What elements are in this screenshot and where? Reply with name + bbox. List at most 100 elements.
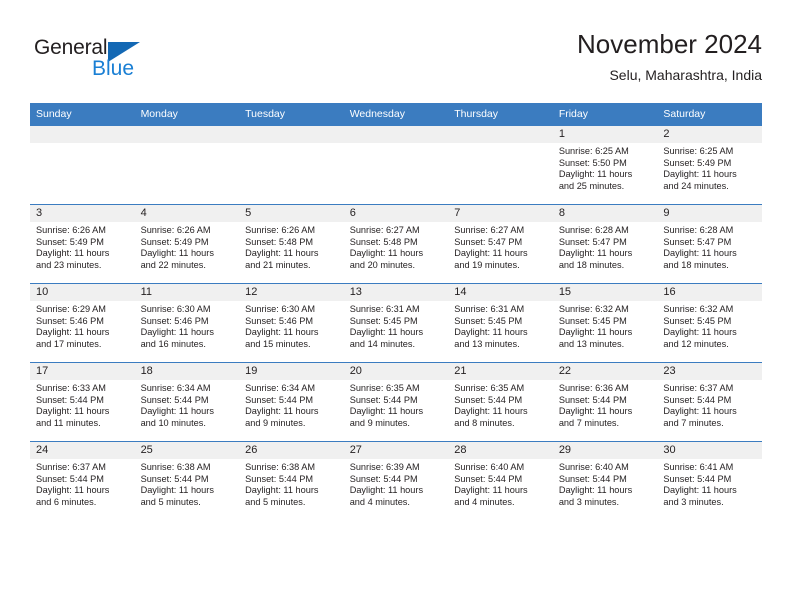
calendar-day-cell[interactable]: 26 Sunrise: 6:38 AM Sunset: 5:44 PM Dayligh… [239,441,344,520]
daylight-text-line2: and 17 minutes. [36,338,102,349]
calendar-day-cell[interactable]: 19 Sunrise: 6:34 AM Sunset: 5:44 PM Dayligh… [239,362,344,442]
weekday-header-row: Sunday Monday Tuesday Wednesday Thursday… [30,103,762,126]
day-sun-info: Sunrise: 6:32 AM Sunset: 5:45 PM Daylight:… [553,301,658,350]
daylight-text-line1: Daylight: 11 hours [140,327,214,338]
sunset-text: Sunset: 5:47 PM [663,236,732,247]
weekday-header-sunday: Sunday [30,103,135,126]
day-sun-info: Sunrise: 6:30 AM Sunset: 5:46 PM Daylight:… [239,301,344,350]
daylight-text-line1: Daylight: 11 hours [349,406,424,417]
page-subtitle: Selu, Maharashtra, India [609,67,762,83]
calendar-day-cell[interactable]: 18 Sunrise: 6:34 AM Sunset: 5:44 PM Dayligh… [134,362,240,442]
sunrise-text: Sunrise: 6:34 AM [140,383,211,393]
calendar-day-cell[interactable]: 2 Sunrise: 6:25 AM Sunset: 5:49 PM Daylight… [657,125,762,205]
calendar-day-cell[interactable]: 20 Sunrise: 6:35 AM Sunset: 5:44 PM Dayligh… [343,362,449,442]
calendar-day-cell[interactable]: 4 Sunrise: 6:26 AM Sunset: 5:49 PM Daylight… [134,204,240,284]
calendar-day-cell[interactable]: 7 Sunrise: 6:27 AM Sunset: 5:47 PM Daylight… [448,204,553,284]
day-sun-info: Sunrise: 6:37 AM Sunset: 5:44 PM Daylight:… [657,380,762,429]
sunset-text: Sunset: 5:44 PM [245,394,314,405]
sunset-text: Sunset: 5:45 PM [663,315,732,326]
calendar-day-cell[interactable]: 29 Sunrise: 6:40 AM Sunset: 5:44 PM Dayligh… [552,441,658,520]
daylight-text-line2: and 13 minutes. [558,338,625,349]
calendar-week-row: 17 Sunrise: 6:33 AM Sunset: 5:44 PM Dayligh… [30,362,762,442]
calendar-day-cell[interactable]: 3 Sunrise: 6:26 AM Sunset: 5:49 PM Daylight… [30,204,135,284]
calendar-day-cell[interactable]: 17 Sunrise: 6:33 AM Sunset: 5:44 PM Dayligh… [30,362,135,442]
calendar-day-cell[interactable]: 22 Sunrise: 6:36 AM Sunset: 5:44 PM Dayligh… [552,362,658,442]
day-sun-info: Sunrise: 6:34 AM Sunset: 5:44 PM Daylight:… [239,380,344,429]
daylight-text-line2: and 20 minutes. [349,259,416,270]
day-sun-info: Sunrise: 6:31 AM Sunset: 5:45 PM Daylight:… [448,301,553,350]
day-number: 22 [552,363,658,380]
day-sun-info: Sunrise: 6:26 AM Sunset: 5:48 PM Daylight:… [239,222,344,271]
calendar-day-cell[interactable]: 10 Sunrise: 6:29 AM Sunset: 5:46 PM Dayligh… [30,283,135,363]
day-number: 19 [239,363,344,380]
daylight-text-line1: Daylight: 11 hours [349,485,424,496]
calendar-day-cell[interactable]: 13 Sunrise: 6:31 AM Sunset: 5:45 PM Dayligh… [343,283,449,363]
calendar-day-cell[interactable]: 12 Sunrise: 6:30 AM Sunset: 5:46 PM Dayligh… [239,283,344,363]
day-number: 10 [30,284,135,301]
daylight-text-line2: and 23 minutes. [36,259,102,270]
day-number: 2 [657,126,762,143]
day-sun-info: Sunrise: 6:25 AM Sunset: 5:50 PM Daylight:… [553,143,658,192]
day-number: 24 [30,442,135,459]
sunset-text: Sunset: 5:44 PM [36,394,104,405]
calendar-page: General Blue November 2024 Selu, Maharas… [0,0,792,612]
day-cell-inner: 17 Sunrise: 6:33 AM Sunset: 5:44 PM Dayligh… [30,363,135,441]
calendar-day-cell[interactable]: 8 Sunrise: 6:28 AM Sunset: 5:47 PM Daylight… [552,204,658,284]
calendar-day-cell[interactable]: 6 Sunrise: 6:27 AM Sunset: 5:48 PM Daylight… [343,204,449,284]
calendar-grid: Sunday Monday Tuesday Wednesday Thursday… [30,103,762,520]
calendar-day-cell[interactable]: 16 Sunrise: 6:32 AM Sunset: 5:45 PM Dayligh… [657,283,762,363]
day-number: 17 [30,363,135,380]
day-number: 8 [552,205,658,222]
sunrise-text: Sunrise: 6:32 AM [558,304,629,314]
calendar-day-cell[interactable]: 5 Sunrise: 6:26 AM Sunset: 5:48 PM Daylight… [239,204,344,284]
daylight-text-line2: and 16 minutes. [140,338,206,349]
day-cell-inner: 27 Sunrise: 6:39 AM Sunset: 5:44 PM Dayligh… [343,442,449,520]
daylight-text-line1: Daylight: 11 hours [558,169,633,180]
daylight-text-line1: Daylight: 11 hours [454,406,528,417]
day-cell-inner: 2 Sunrise: 6:25 AM Sunset: 5:49 PM Daylight… [657,126,762,204]
day-number: 12 [239,284,344,301]
sunset-text: Sunset: 5:44 PM [663,394,732,405]
day-sun-info: Sunrise: 6:35 AM Sunset: 5:44 PM Daylight:… [448,380,553,429]
day-number: 26 [239,442,344,459]
daylight-text-line2: and 4 minutes. [349,496,410,507]
calendar-empty-cell [30,125,135,205]
daylight-text-line1: Daylight: 11 hours [36,406,110,417]
calendar-day-cell[interactable]: 14 Sunrise: 6:31 AM Sunset: 5:45 PM Dayligh… [448,283,553,363]
daylight-text-line1: Daylight: 11 hours [454,485,528,496]
title-block: November 2024 Selu, Maharashtra, India [577,28,762,85]
sunset-text: Sunset: 5:49 PM [36,236,104,247]
day-cell-inner: 11 Sunrise: 6:30 AM Sunset: 5:46 PM Dayligh… [134,284,240,362]
calendar-day-cell[interactable]: 9 Sunrise: 6:28 AM Sunset: 5:47 PM Daylight… [657,204,762,284]
day-sun-info: Sunrise: 6:26 AM Sunset: 5:49 PM Daylight:… [30,222,135,271]
day-sun-info: Sunrise: 6:37 AM Sunset: 5:44 PM Daylight:… [30,459,135,508]
calendar-day-cell[interactable]: 28 Sunrise: 6:40 AM Sunset: 5:44 PM Dayligh… [448,441,553,520]
day-cell-inner [343,126,449,204]
calendar-day-cell[interactable]: 30 Sunrise: 6:41 AM Sunset: 5:44 PM Dayligh… [657,441,762,520]
calendar-day-cell[interactable]: 15 Sunrise: 6:32 AM Sunset: 5:45 PM Dayligh… [552,283,658,363]
day-number: 18 [134,363,240,380]
day-number [30,126,135,143]
calendar-day-cell[interactable]: 1 Sunrise: 6:25 AM Sunset: 5:50 PM Daylight… [552,125,658,205]
sunset-text: Sunset: 5:46 PM [140,315,209,326]
calendar-day-cell[interactable]: 27 Sunrise: 6:39 AM Sunset: 5:44 PM Dayligh… [343,441,449,520]
day-cell-inner: 5 Sunrise: 6:26 AM Sunset: 5:48 PM Daylight… [239,205,344,283]
calendar-empty-cell [239,125,344,205]
sunset-text: Sunset: 5:45 PM [454,315,523,326]
daylight-text-line2: and 25 minutes. [558,180,625,191]
calendar-day-cell[interactable]: 11 Sunrise: 6:30 AM Sunset: 5:46 PM Dayligh… [134,283,240,363]
weekday-header-thursday: Thursday [448,103,553,126]
day-cell-inner: 18 Sunrise: 6:34 AM Sunset: 5:44 PM Dayligh… [134,363,240,441]
day-cell-inner: 30 Sunrise: 6:41 AM Sunset: 5:44 PM Dayligh… [657,442,762,520]
calendar-day-cell[interactable]: 23 Sunrise: 6:37 AM Sunset: 5:44 PM Dayligh… [657,362,762,442]
calendar-day-cell[interactable]: 21 Sunrise: 6:35 AM Sunset: 5:44 PM Dayligh… [448,362,553,442]
day-cell-inner [30,126,135,204]
brand-logo[interactable]: General Blue [34,36,174,86]
sunrise-text: Sunrise: 6:39 AM [349,462,420,472]
calendar-day-cell[interactable]: 25 Sunrise: 6:38 AM Sunset: 5:44 PM Dayligh… [134,441,240,520]
sunrise-text: Sunrise: 6:25 AM [558,146,629,156]
day-cell-inner: 1 Sunrise: 6:25 AM Sunset: 5:50 PM Daylight… [552,126,658,204]
daylight-text-line2: and 19 minutes. [454,259,520,270]
calendar-day-cell[interactable]: 24 Sunrise: 6:37 AM Sunset: 5:44 PM Dayligh… [30,441,135,520]
day-number: 9 [657,205,762,222]
